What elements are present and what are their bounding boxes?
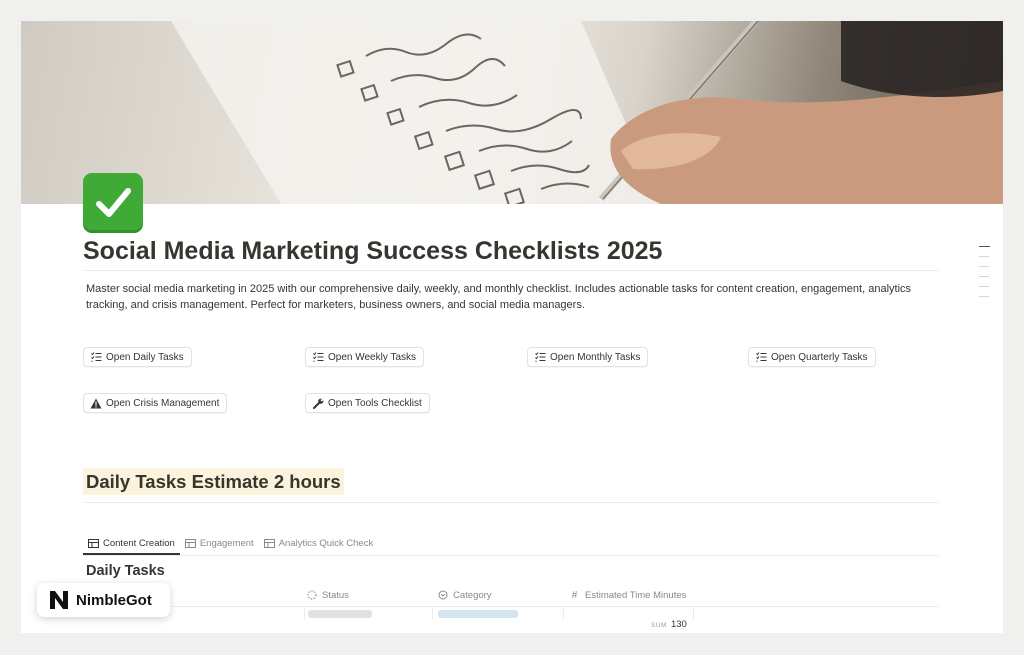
column-header-estimated-time[interactable]: # Estimated Time Minutes xyxy=(569,586,687,604)
open-weekly-tasks-button[interactable]: Open Weekly Tasks xyxy=(305,347,425,367)
page-title: Social Media Marketing Success Checklist… xyxy=(83,237,663,265)
table-row-divider xyxy=(171,606,939,607)
sum-calculation[interactable]: SUM 130 xyxy=(651,619,687,630)
column-separator xyxy=(304,606,305,620)
tab-label: Engagement xyxy=(199,537,254,549)
table-icon xyxy=(184,538,196,549)
button-label: Open Weekly Tasks xyxy=(328,351,417,363)
status-icon xyxy=(306,590,317,601)
open-daily-tasks-button[interactable]: Open Daily Tasks xyxy=(83,347,192,367)
checklist-icon xyxy=(90,351,102,363)
open-crisis-management-button[interactable]: Open Crisis Management xyxy=(83,393,228,413)
column-label: Category xyxy=(453,589,492,601)
brand-badge[interactable]: NimbleGot xyxy=(37,583,170,617)
tab-analytics-quick-check[interactable]: Analytics Quick Check xyxy=(259,533,379,553)
sum-label: SUM xyxy=(651,622,667,629)
brand-name: NimbleGot xyxy=(76,591,152,609)
cover-image xyxy=(21,21,1003,204)
section-divider xyxy=(83,502,939,503)
warning-icon xyxy=(90,397,102,409)
check-mark-icon xyxy=(83,173,143,233)
column-separator xyxy=(563,606,564,620)
title-divider xyxy=(83,270,939,271)
select-icon xyxy=(437,590,448,601)
database-title: Daily Tasks xyxy=(86,563,165,579)
sum-value: 130 xyxy=(670,619,687,630)
button-label: Open Monthly Tasks xyxy=(550,351,641,363)
open-monthly-tasks-button[interactable]: Open Monthly Tasks xyxy=(527,347,649,367)
table-icon xyxy=(88,538,99,549)
button-label: Open Crisis Management xyxy=(106,397,220,409)
tab-label: Analytics Quick Check xyxy=(278,537,374,549)
checklist-icon xyxy=(534,351,546,363)
table-icon xyxy=(263,538,275,549)
column-label: Status xyxy=(322,589,349,601)
nimblegot-logo-icon xyxy=(47,588,71,612)
page-description: Master social media marketing in 2025 wi… xyxy=(86,283,912,311)
category-tag[interactable] xyxy=(438,610,518,618)
number-icon: # xyxy=(571,589,578,601)
tabs-divider xyxy=(83,555,939,556)
wrench-icon xyxy=(312,397,324,409)
button-label: Open Quarterly Tasks xyxy=(771,351,868,363)
button-label: Open Tools Checklist xyxy=(328,397,422,409)
column-separator xyxy=(693,606,694,620)
column-header-status[interactable]: Status xyxy=(306,586,349,604)
open-tools-checklist-button[interactable]: Open Tools Checklist xyxy=(305,393,430,413)
button-label: Open Daily Tasks xyxy=(106,351,184,363)
page-card: Social Media Marketing Success Checklist… xyxy=(21,21,1003,633)
tab-engagement[interactable]: Engagement xyxy=(180,533,259,553)
tab-label: Content Creation xyxy=(103,537,175,549)
checklist-icon xyxy=(312,351,324,363)
tab-content-creation[interactable]: Content Creation xyxy=(83,533,180,555)
section-heading: Daily Tasks Estimate 2 hours xyxy=(83,468,344,495)
database-view-tabs: Content Creation Engagement Analytics Qu… xyxy=(83,533,378,555)
column-separator xyxy=(432,606,433,620)
column-header-category[interactable]: Category xyxy=(437,586,492,604)
column-label: Estimated Time Minutes xyxy=(585,589,687,601)
checklist-icon xyxy=(755,351,767,363)
status-tag[interactable] xyxy=(308,610,372,618)
table-of-contents-indicator[interactable] xyxy=(979,246,990,306)
open-quarterly-tasks-button[interactable]: Open Quarterly Tasks xyxy=(748,347,876,367)
